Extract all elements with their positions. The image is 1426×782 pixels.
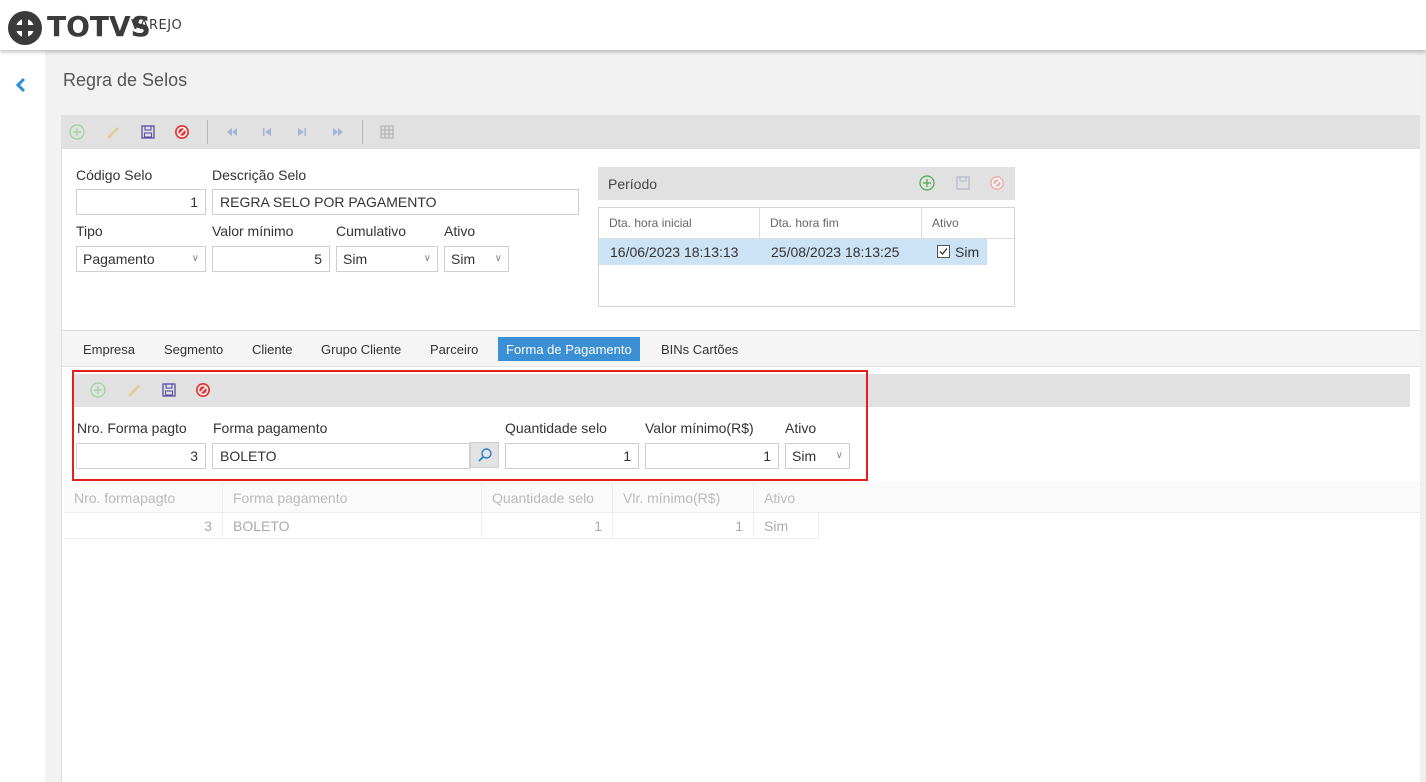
table-row[interactable]: 16/06/2023 18:13:13 25/08/2023 18:13:25 …: [599, 239, 987, 265]
ativo-cell[interactable]: Sim: [754, 513, 819, 539]
codigo-input[interactable]: 1: [76, 189, 206, 215]
chevron-down-icon: ∨: [494, 253, 502, 264]
tab-cliente[interactable]: Cliente: [244, 337, 300, 361]
tab-segmento[interactable]: Segmento: [156, 337, 231, 361]
tab-bar: Empresa Segmento Cliente Grupo Cliente P…: [62, 330, 1422, 367]
nro-forma-input[interactable]: 3: [76, 443, 206, 469]
column-header[interactable]: Dta. hora inicial: [599, 208, 760, 239]
tab-bins-cartoes[interactable]: BINs Cartões: [653, 337, 746, 361]
periodo-grid: Dta. hora inicial Dta. hora fim Ativo 16…: [598, 207, 1015, 307]
grid-icon[interactable]: [378, 123, 396, 141]
cumulativo-select[interactable]: Sim ∨: [336, 246, 438, 272]
pencil-icon[interactable]: [125, 381, 143, 399]
column-header[interactable]: Forma pagamento: [223, 482, 482, 513]
ativo-pagto-value: Sim: [792, 448, 817, 464]
left-column: [0, 50, 45, 782]
tipo-select[interactable]: Pagamento ∨: [76, 246, 206, 272]
magnifier-icon: [477, 448, 492, 462]
pagto-grid: Nro. formapagto Forma pagamento Quantida…: [64, 482, 1422, 540]
tab-grupo-cliente[interactable]: Grupo Cliente: [313, 337, 409, 361]
quantidade-selo-label: Quantidade selo: [505, 420, 607, 436]
ativo-select[interactable]: Sim ∨: [444, 246, 509, 272]
column-header[interactable]: Nro. formapagto: [64, 482, 223, 513]
chevron-left-icon[interactable]: [12, 76, 30, 94]
tipo-value: Pagamento: [83, 251, 155, 267]
plus-circle-icon[interactable]: [918, 174, 936, 192]
column-header[interactable]: Ativo: [922, 208, 1014, 239]
ativo-label: Ativo: [444, 223, 476, 239]
plus-circle-icon[interactable]: [89, 381, 107, 399]
brand-sub: VAREJO: [131, 18, 183, 33]
pencil-icon[interactable]: [104, 123, 122, 141]
search-button[interactable]: [470, 442, 499, 468]
qtd-cell[interactable]: 1: [482, 513, 613, 539]
valor-minimo-rs-label: Valor mínimo(R$): [645, 420, 754, 436]
codigo-label: Código Selo: [76, 167, 153, 183]
forma-pagamento-input[interactable]: BOLETO: [212, 443, 470, 469]
column-header[interactable]: Dta. hora fim: [760, 208, 922, 239]
periodo-header: Período: [598, 167, 1015, 200]
first-page-icon[interactable]: [223, 123, 241, 141]
forma-pagamento-label: Forma pagamento: [213, 420, 328, 436]
ativo-cell: Sim: [955, 244, 980, 260]
chevron-down-icon: ∨: [191, 253, 199, 264]
descricao-input[interactable]: REGRA SELO POR PAGAMENTO: [212, 189, 579, 215]
fim-cell: 25/08/2023 18:13:25: [771, 244, 900, 260]
periodo-title: Período: [608, 176, 658, 192]
chevron-down-icon: ∨: [423, 253, 431, 264]
tab-empresa[interactable]: Empresa: [75, 337, 143, 361]
chevron-down-icon: ∨: [835, 450, 843, 461]
cancel-icon[interactable]: [194, 381, 212, 399]
plus-circle-icon[interactable]: [68, 123, 86, 141]
checkbox-icon[interactable]: [937, 244, 950, 260]
tipo-label: Tipo: [76, 223, 103, 239]
cumulativo-value: Sim: [343, 251, 368, 267]
valor-minimo-input[interactable]: 5: [212, 246, 330, 272]
valor-cell[interactable]: 1: [613, 513, 754, 539]
floppy-icon[interactable]: [160, 381, 178, 399]
column-header[interactable]: Quantidade selo: [482, 482, 613, 513]
tab-forma-de-pagamento[interactable]: Forma de Pagamento: [498, 337, 640, 361]
valor-minimo-label: Valor mínimo: [212, 223, 294, 239]
ativo-pagto-label: Ativo: [785, 420, 817, 436]
forma-cell[interactable]: BOLETO: [223, 513, 482, 539]
nro-cell[interactable]: 3: [64, 513, 223, 539]
next-icon[interactable]: [293, 123, 311, 141]
inicio-cell: 16/06/2023 18:13:13: [610, 244, 739, 260]
column-header[interactable]: Vlr. mínimo(R$): [613, 482, 754, 513]
last-page-icon[interactable]: [329, 123, 347, 141]
pagto-toolbar: [73, 374, 1410, 407]
main-toolbar: [61, 115, 1423, 149]
previous-icon[interactable]: [258, 123, 276, 141]
floppy-icon[interactable]: [139, 123, 157, 141]
toolbar-separator: [362, 120, 363, 144]
ativo-pagto-select[interactable]: Sim ∨: [785, 443, 850, 469]
page-title: Regra de Selos: [63, 70, 188, 90]
vertical-scrollbar[interactable]: [1420, 50, 1426, 782]
tab-parceiro[interactable]: Parceiro: [422, 337, 486, 361]
nro-forma-label: Nro. Forma pagto: [77, 420, 187, 436]
cancel-icon[interactable]: [173, 123, 191, 141]
top-bar: TOTVS VAREJO: [0, 0, 1426, 50]
floppy-icon[interactable]: [954, 174, 972, 192]
cumulativo-label: Cumulativo: [336, 223, 407, 239]
column-header[interactable]: Ativo: [754, 482, 1422, 513]
ativo-value: Sim: [451, 251, 476, 267]
totvs-logo-icon: [8, 11, 42, 45]
valor-minimo-rs-input[interactable]: 1: [645, 443, 779, 469]
descricao-label: Descrição Selo: [212, 167, 307, 183]
cancel-icon[interactable]: [988, 174, 1006, 192]
quantidade-selo-input[interactable]: 1: [505, 443, 639, 469]
toolbar-separator: [207, 120, 208, 144]
